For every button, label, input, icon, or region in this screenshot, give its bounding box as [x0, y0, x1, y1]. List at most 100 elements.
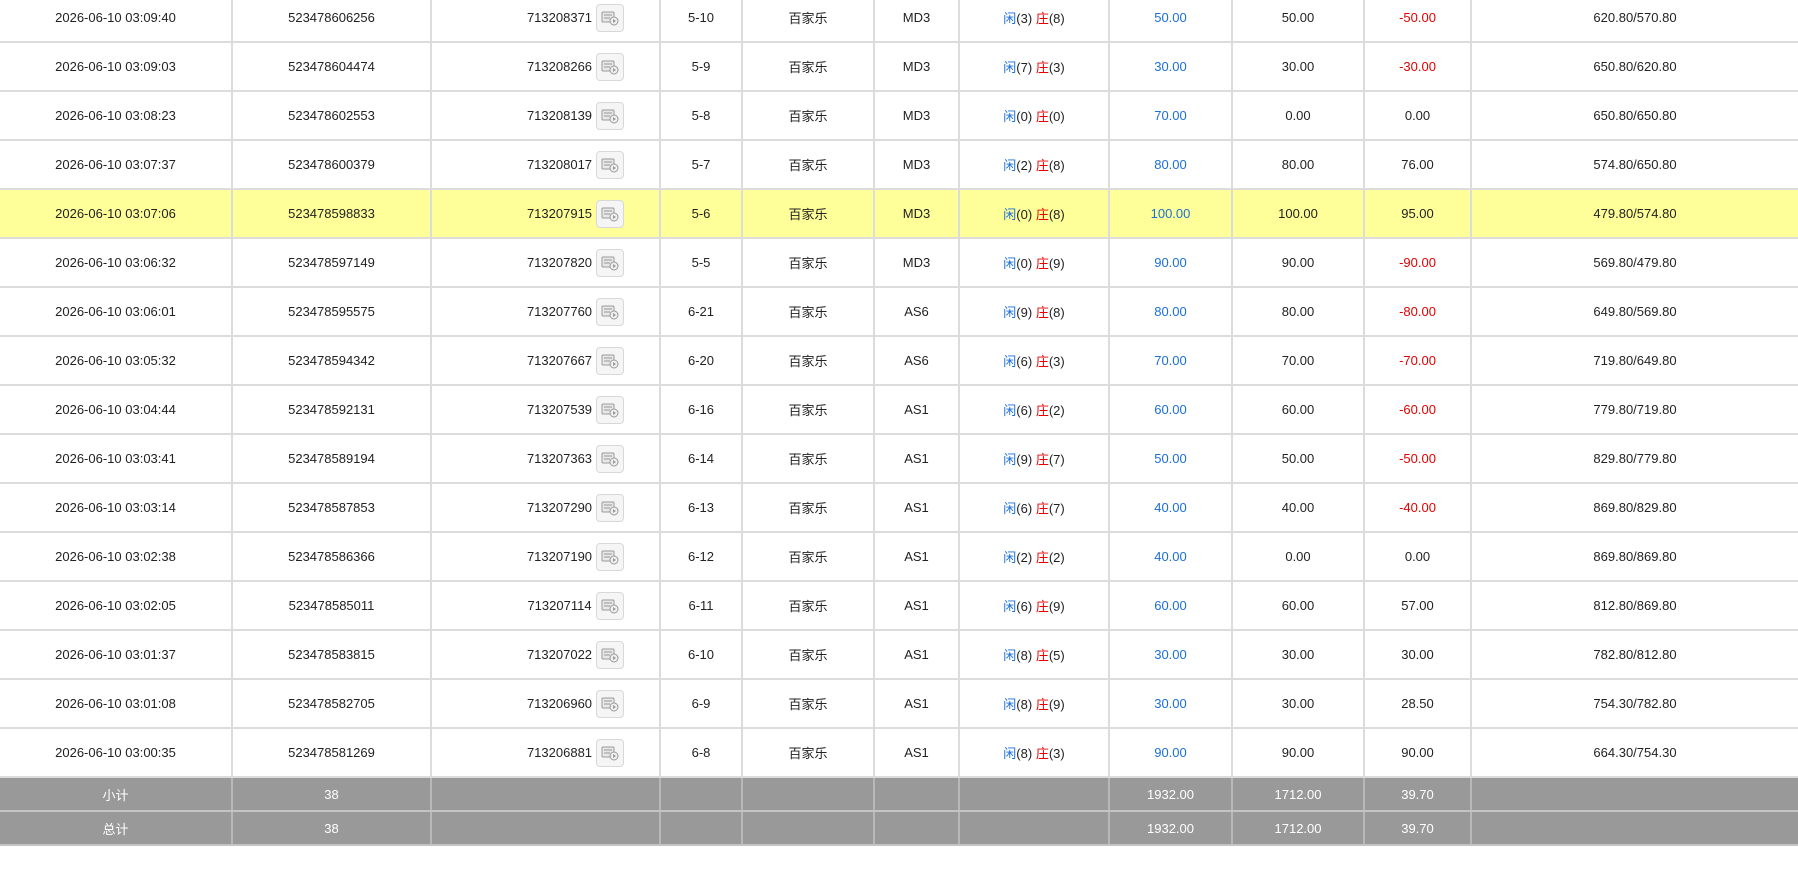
video-replay-icon[interactable] — [596, 199, 625, 228]
video-replay-icon[interactable] — [596, 738, 625, 767]
table-row[interactable]: 2026-06-10 03:05:32 523478594342 7132076… — [0, 336, 1798, 386]
banker-points: (2) — [1048, 403, 1065, 418]
table-row[interactable]: 2026-06-10 03:09:03 523478604474 7132082… — [0, 42, 1798, 92]
order-no-cell: 523478600379 — [232, 140, 432, 190]
order-number: 523478583815 — [288, 647, 375, 662]
table-row[interactable]: 2026-06-10 03:03:14 523478587853 7132072… — [0, 483, 1798, 533]
valid-bet: 0.00 — [1285, 108, 1311, 123]
video-replay-icon[interactable] — [595, 591, 624, 620]
video-replay-icon[interactable] — [596, 542, 625, 571]
result-cell: 闲(6) 庄(7) — [959, 483, 1110, 533]
order-no-cell: 523478597149 — [232, 238, 432, 288]
summary-empty-cell — [742, 777, 875, 812]
bet-time-cell: 2026-06-10 03:08:23 — [0, 91, 233, 141]
bet-amount: 30.00 — [1154, 647, 1187, 662]
table-row[interactable]: 2026-06-10 03:06:01 523478595575 7132077… — [0, 287, 1798, 337]
valid-bet: 30.00 — [1281, 696, 1315, 711]
table-row[interactable]: 2026-06-10 03:03:41 523478589194 7132073… — [0, 434, 1798, 484]
result-cell: 闲(0) 庄(8) — [959, 189, 1110, 239]
shoe-round-cell: 5-8 — [660, 91, 743, 141]
table-code-cell: AS1 — [874, 385, 960, 435]
video-replay-icon[interactable] — [596, 493, 625, 522]
order-no-cell: 523478589194 — [232, 434, 432, 484]
bet-time: 2026-06-10 03:07:06 — [55, 206, 176, 221]
video-replay-icon[interactable] — [596, 150, 625, 179]
table-code-cell: AS1 — [874, 434, 960, 484]
table-code: AS1 — [904, 402, 929, 417]
order-no-cell: 523478594342 — [232, 336, 432, 386]
game-no-cell: 713208139 — [431, 91, 661, 141]
balance-change: 574.80/650.80 — [1593, 157, 1677, 172]
video-replay-icon[interactable] — [596, 640, 625, 669]
player-points: (6) — [1016, 403, 1033, 418]
video-replay-icon[interactable] — [596, 3, 625, 32]
valid-bet-cell: 60.00 — [1232, 385, 1365, 435]
table-row[interactable]: 2026-06-10 03:00:35 523478581269 7132068… — [0, 728, 1798, 778]
game-type: 百家乐 — [788, 207, 828, 222]
table-row[interactable]: 2026-06-10 03:02:05 523478585011 7132071… — [0, 581, 1798, 631]
bet-time: 2026-06-10 03:01:08 — [55, 696, 176, 711]
valid-bet-cell: 50.00 — [1232, 0, 1365, 43]
order-no-cell: 523478602553 — [232, 91, 432, 141]
balance-cell: 479.80/574.80 — [1471, 189, 1798, 239]
video-replay-icon[interactable] — [596, 444, 625, 473]
game-number: 713207022 — [526, 647, 593, 662]
bet-amount-cell: 90.00 — [1109, 728, 1233, 778]
valid-bet: 100.00 — [1278, 206, 1318, 221]
win-loss-cell: -30.00 — [1364, 42, 1472, 92]
banker-points: (7) — [1048, 452, 1065, 467]
video-replay-icon[interactable] — [596, 297, 625, 326]
table-row[interactable]: 2026-06-10 03:07:37 523478600379 7132080… — [0, 140, 1798, 190]
game-no-cell: 713208371 — [431, 0, 661, 43]
video-replay-icon[interactable] — [596, 248, 625, 277]
win-loss: -40.00 — [1399, 500, 1436, 515]
shoe-round: 6-10 — [687, 647, 715, 662]
order-no-cell: 523478587853 — [232, 483, 432, 533]
bet-time-cell: 2026-06-10 03:06:01 — [0, 287, 233, 337]
order-number: 523478600379 — [288, 157, 375, 172]
video-replay-icon[interactable] — [596, 346, 625, 375]
balance-change: 649.80/569.80 — [1593, 304, 1677, 319]
table-row[interactable]: 2026-06-10 03:01:08 523478582705 7132069… — [0, 679, 1798, 729]
banker-points: (8) — [1048, 207, 1065, 222]
shoe-round-cell: 6-8 — [660, 728, 743, 778]
shoe-round-cell: 6-10 — [660, 630, 743, 680]
table-row[interactable]: 2026-06-10 03:02:38 523478586366 7132071… — [0, 532, 1798, 582]
summary-count: 38 — [324, 820, 339, 836]
summary-bet-cell: 1932.00 — [1109, 811, 1233, 846]
shoe-round: 5-8 — [691, 108, 711, 123]
order-number: 523478597149 — [288, 255, 375, 270]
table-row[interactable]: 2026-06-10 03:04:44 523478592131 7132075… — [0, 385, 1798, 435]
order-no-cell: 523478604474 — [232, 42, 432, 92]
game-type-cell: 百家乐 — [742, 679, 875, 729]
table-code-cell: MD3 — [874, 42, 960, 92]
valid-bet-cell: 90.00 — [1232, 728, 1365, 778]
game-no-cell: 713206960 — [431, 679, 661, 729]
shoe-round-cell: 5-6 — [660, 189, 743, 239]
table-row[interactable]: 2026-06-10 03:07:06 523478598833 7132079… — [0, 189, 1798, 239]
table-code-cell: AS1 — [874, 483, 960, 533]
summary-bet-total: 1932.00 — [1147, 786, 1194, 802]
result-cell: 闲(0) 庄(9) — [959, 238, 1110, 288]
table-code-cell: MD3 — [874, 0, 960, 43]
valid-bet: 90.00 — [1281, 745, 1315, 760]
video-replay-icon[interactable] — [596, 395, 625, 424]
video-replay-icon[interactable] — [596, 689, 625, 718]
bet-records-page: 2026-06-10 03:09:40 523478606256 7132083… — [0, 0, 1798, 871]
table-row[interactable]: 2026-06-10 03:08:23 523478602553 7132081… — [0, 91, 1798, 141]
table-code-cell: MD3 — [874, 140, 960, 190]
player-points: (6) — [1016, 599, 1033, 614]
win-loss-cell: -50.00 — [1364, 434, 1472, 484]
bet-amount: 90.00 — [1154, 745, 1187, 760]
balance-change: 754.30/782.80 — [1593, 696, 1677, 711]
table-row[interactable]: 2026-06-10 03:06:32 523478597149 7132078… — [0, 238, 1798, 288]
video-replay-icon[interactable] — [596, 52, 625, 81]
bet-amount-cell: 80.00 — [1109, 287, 1233, 337]
win-loss-cell: -50.00 — [1364, 0, 1472, 43]
table-row[interactable]: 2026-06-10 03:09:40 523478606256 7132083… — [0, 0, 1798, 43]
video-replay-icon[interactable] — [596, 101, 625, 130]
table-row[interactable]: 2026-06-10 03:01:37 523478583815 7132070… — [0, 630, 1798, 680]
win-loss-cell: -90.00 — [1364, 238, 1472, 288]
win-loss-cell: -80.00 — [1364, 287, 1472, 337]
order-number: 523478589194 — [288, 451, 375, 466]
